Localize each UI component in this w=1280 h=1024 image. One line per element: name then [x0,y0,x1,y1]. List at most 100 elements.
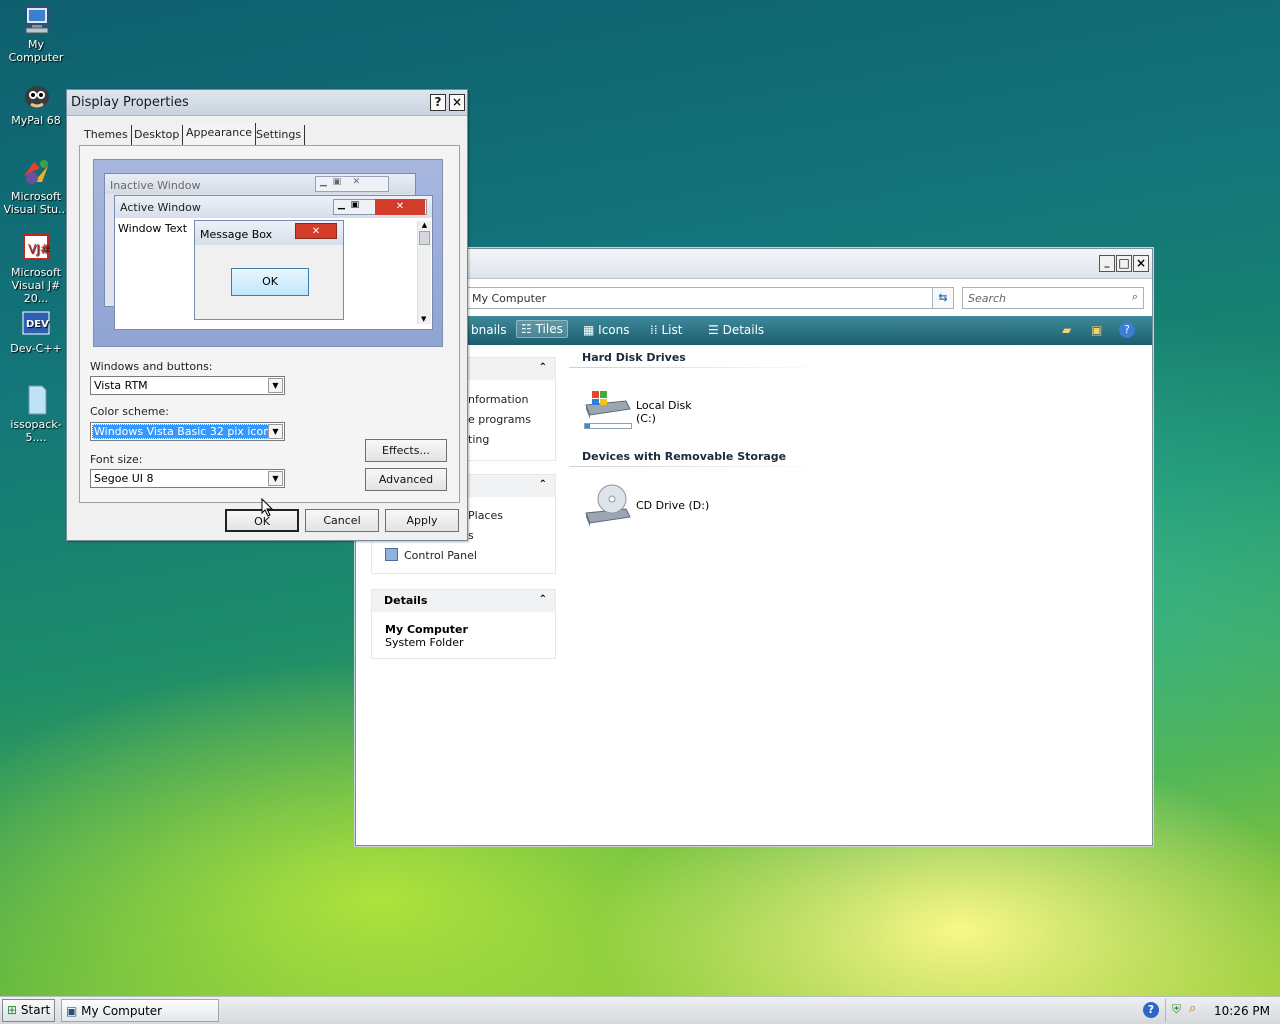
windows-buttons-select[interactable]: Vista RTM ▼ [90,376,285,395]
chevron-down-icon[interactable]: ▼ [268,378,283,393]
svg-text:VJ#: VJ# [28,242,50,256]
advanced-button[interactable]: Advanced [365,468,447,491]
tiles-icon: ☷ [521,322,536,336]
details-type: System Folder [385,636,464,649]
desktop-icon-label: Microsoft Visual Stu... [3,190,69,216]
group-divider [569,466,829,467]
place-link-control-panel[interactable]: Control Panel [385,548,477,562]
icons-icon: ▦ [583,323,599,337]
windows-buttons-value: Vista RTM [94,379,148,392]
drive-d-label: CD Drive (D:) [636,499,710,512]
visual-studio-icon [24,160,48,184]
help-button[interactable]: ? [430,94,446,111]
task-link-setting[interactable]: ting [468,433,489,446]
desktop-icon-label: Dev-C++ [10,342,62,355]
collapse-icon[interactable]: ⌃ [539,479,547,490]
desktop-icon-label: My Computer [8,38,64,64]
drive-usage-fill [585,424,590,428]
clock[interactable]: 10:26 PM [1214,1004,1270,1018]
help-icon[interactable]: ? [1119,322,1135,338]
chevron-down-icon[interactable]: ▼ [268,471,283,486]
refresh-icon[interactable]: ⇆ [932,287,954,309]
preview-close-icon: ✕ [375,199,425,215]
search-input[interactable]: Search ⌕ [962,287,1144,309]
details-header[interactable]: Details ⌃ [372,590,555,612]
folder-options-icon[interactable]: ▣ [1091,323,1102,337]
close-button[interactable]: × [1133,255,1149,272]
desktop-icon-devcpp[interactable]: DEV Dev-C++ [0,308,72,355]
font-size-label: Font size: [90,453,143,466]
control-panel-label: Control Panel [404,549,477,562]
search-tray-icon[interactable]: ⌕ [1189,1001,1196,1016]
taskbar-item-label: My Computer [81,1004,163,1018]
task-link-info[interactable]: nformation [468,393,528,406]
appearance-preview: Inactive Window ▁ ▣ ✕ Active Window ▁ ▣ … [93,159,443,347]
color-scheme-label: Color scheme: [90,405,169,418]
address-text: My Computer [472,292,547,305]
apply-button[interactable]: Apply [385,509,459,532]
scroll-thumb [419,231,430,245]
details-button[interactable]: ☰ Details [708,323,764,337]
maximize-button[interactable]: □ [1116,255,1132,272]
explorer-titlebar[interactable]: _ □ × [356,249,1152,279]
windows-buttons-label: Windows and buttons: [90,360,213,373]
drive-usage-bar [584,423,632,429]
color-scheme-value: Windows Vista Basic 32 pix icons [92,424,280,439]
tab-desktop[interactable]: Desktop [131,125,184,145]
start-button[interactable]: ⊞ Start [2,999,55,1022]
task-link-programs[interactable]: e programs [468,413,531,426]
cd-drive-icon [585,484,631,527]
close-button[interactable]: × [449,94,465,111]
effects-button[interactable]: Effects... [365,439,447,462]
tiles-label: Tiles [535,322,563,336]
system-tray: ⛨ ⌕ 10:26 PM [1165,999,1278,1022]
desktop-icon-visual-studio[interactable]: Microsoft Visual Stu... [0,156,72,216]
svg-text:DEV: DEV [26,319,49,330]
dialog-titlebar[interactable]: Display Properties ? × [67,90,467,116]
tab-appearance[interactable]: Appearance [183,123,257,145]
tab-themes[interactable]: Themes [81,125,132,145]
help-tray-icon[interactable]: ? [1143,1002,1159,1018]
collapse-icon[interactable]: ⌃ [539,362,547,373]
taskbar-item-my-computer[interactable]: ▣ My Computer [61,999,219,1022]
color-scheme-select[interactable]: Windows Vista Basic 32 pix icons ▼ [90,422,285,441]
devcpp-icon: DEV [22,311,50,335]
cancel-button[interactable]: Cancel [305,509,379,532]
desktop-icon-visual-j[interactable]: VJ# Microsoft Visual J# 20... [0,232,72,305]
chevron-down-icon[interactable]: ▼ [268,424,283,439]
desktop-icon-my-computer[interactable]: My Computer [0,4,72,64]
new-folder-icon[interactable]: ▰ [1062,323,1071,337]
group-hard-disk-drives: Hard Disk Drives [582,351,686,364]
tiles-button[interactable]: ☷ Tiles [516,320,568,338]
place-link-documents[interactable]: s [468,529,474,542]
drive-c-tile[interactable]: Local Disk (C:) [582,387,712,435]
search-icon[interactable]: ⌕ [1132,290,1138,304]
icons-label: Icons [598,323,630,337]
tab-settings[interactable]: Settings [253,125,306,145]
scroll-down-icon: ▼ [421,315,427,323]
group-removable-storage: Devices with Removable Storage [582,450,787,463]
details-icon: ☰ [708,323,723,337]
desktop-icon-file[interactable]: issopack-5.... [0,384,72,444]
details-panel: Details ⌃ My Computer System Folder [371,589,556,659]
thumbnails-button[interactable]: bnails [471,323,507,337]
collapse-icon[interactable]: ⌃ [539,594,547,605]
minimize-button[interactable]: _ [1099,255,1115,272]
mypal-icon [25,86,49,108]
font-size-select[interactable]: Segoe UI 8 ▼ [90,469,285,488]
icons-button[interactable]: ▦ Icons [583,323,630,337]
display-properties-dialog: Display Properties ? × Themes Desktop Ap… [66,89,468,541]
network-tray-icon[interactable]: ⛨ [1172,1002,1181,1017]
list-button[interactable]: ⁞⁞ List [650,323,682,337]
desktop-icon-label: Microsoft Visual J# 20... [10,266,62,305]
search-placeholder: Search [968,292,1007,305]
computer-icon: ▣ [66,1004,78,1018]
start-label: Start [20,1003,51,1017]
preview-scrollbar: ▲ ▼ [417,221,431,324]
desktop-icon-mypal[interactable]: MyPal 68 [0,80,72,127]
details-label: Details [722,323,765,337]
drive-d-tile[interactable]: CD Drive (D:) [582,483,712,529]
computer-icon [25,6,49,34]
explorer-window: _ □ × My Computer ▼ ⇆ Search ⌕ bnails ☷ … [355,248,1153,846]
place-link-network[interactable]: Places [468,509,503,522]
